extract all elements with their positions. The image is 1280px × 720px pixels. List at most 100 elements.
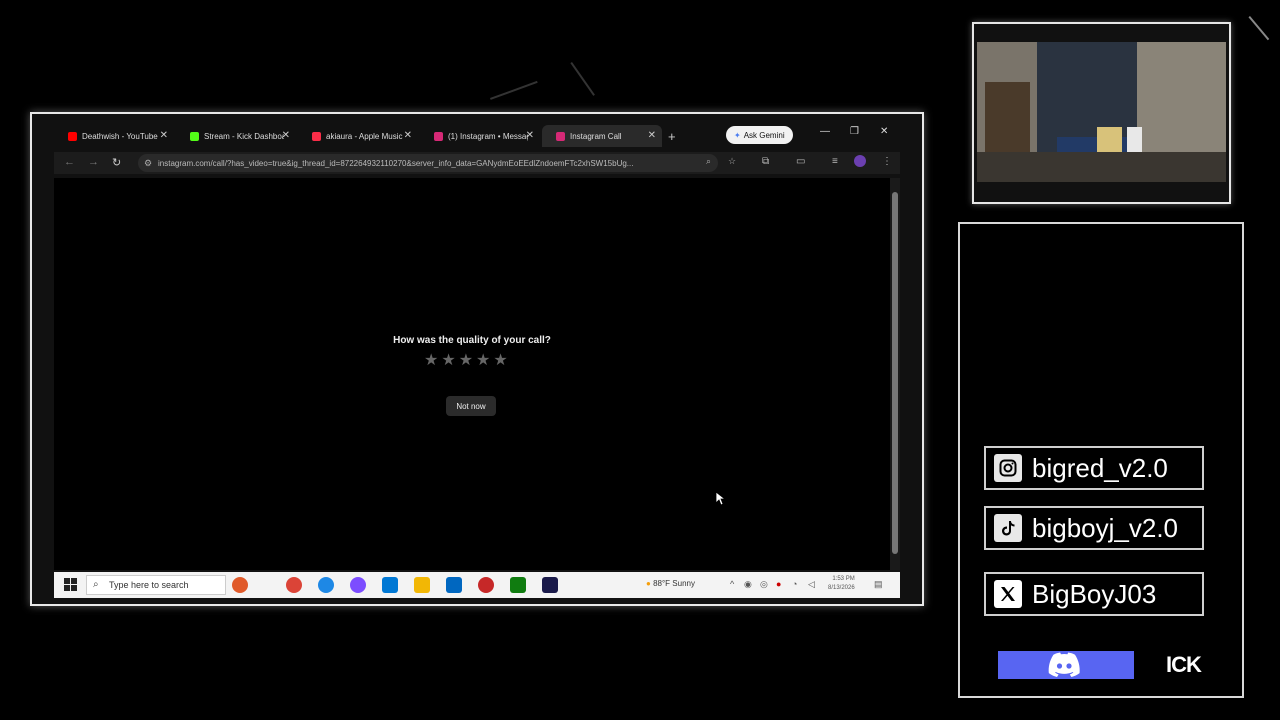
copilot-icon[interactable]	[350, 577, 366, 593]
new-tab-button[interactable]: +	[668, 129, 676, 144]
decorative-line	[490, 80, 538, 100]
obs-icon[interactable]	[478, 577, 494, 593]
clock[interactable]: 1:53 PM 8/13/2026	[828, 575, 855, 593]
tab-title: Instagram Call	[570, 131, 622, 141]
x-handle: BigBoyJ03	[1032, 578, 1157, 609]
decorative-line	[570, 62, 595, 96]
windows-taskbar: ⌕ Type here to search ● 88°F Sunny ^ ◉ ◎…	[54, 572, 900, 598]
close-icon[interactable]: ✕	[282, 130, 290, 141]
close-icon[interactable]: ✕	[648, 130, 656, 141]
edge-icon[interactable]	[318, 577, 334, 593]
forward-arrow-icon[interactable]: →	[88, 156, 99, 168]
xbox-icon[interactable]	[510, 577, 526, 593]
star-icon-1[interactable]: ★	[424, 353, 438, 369]
menu-kebab-icon[interactable]: ⋮	[882, 156, 892, 167]
webcam-feed	[977, 42, 1226, 182]
chevron-up-icon[interactable]: ^	[730, 579, 734, 589]
ask-gemini-label: Ask Gemini	[743, 130, 785, 140]
webcam-image	[977, 42, 1226, 182]
bookmark-star-icon[interactable]: ☆	[728, 156, 736, 167]
apple-music-icon	[312, 131, 321, 141]
tiktok-handle: bigboyj_v2.0	[1032, 512, 1178, 543]
reload-icon[interactable]: ↻	[112, 156, 121, 169]
webcam-frame	[972, 22, 1231, 204]
tab-title: (1) Instagram • Messages	[448, 131, 528, 141]
call-quality-question: How was the quality of your call?	[393, 335, 551, 346]
browser-window: Deathwish - YouTube ✕ Stream - Kick Dash…	[30, 112, 924, 606]
sun-icon: ●	[646, 579, 651, 588]
instagram-icon	[994, 454, 1022, 482]
address-toolbar: ← → ↻ ⚙ instagram.com/call/?has_video=tr…	[54, 152, 900, 174]
zoom-icon[interactable]: ⌕	[706, 156, 711, 167]
instagram-handle-box: bigred_v2.0	[984, 446, 1204, 490]
x-icon	[994, 580, 1022, 608]
close-icon[interactable]: ✕	[160, 130, 168, 141]
url-text: instagram.com/call/?has_video=true&ig_th…	[158, 158, 634, 168]
discord-icon	[1048, 652, 1080, 678]
sparkle-icon: ✦	[734, 130, 741, 140]
not-now-button[interactable]: Not now	[446, 396, 496, 416]
close-icon[interactable]: ✕	[404, 130, 412, 141]
notifications-icon[interactable]: ▤	[874, 579, 883, 590]
scrollbar-thumb[interactable]	[892, 192, 898, 554]
football-icon[interactable]	[232, 577, 248, 593]
tray-app-icon[interactable]: ●	[776, 579, 781, 589]
star-rating: ★ ★ ★ ★ ★	[424, 353, 508, 369]
mouse-cursor-icon	[716, 492, 726, 506]
tray-app-icon[interactable]: ◎	[760, 579, 768, 590]
x-handle-box: BigBoyJ03	[984, 572, 1204, 616]
restore-icon[interactable]: ❐	[850, 126, 859, 137]
kick-logo: ICK	[1166, 652, 1202, 677]
star-icon-5[interactable]: ★	[493, 353, 507, 369]
instagram-icon	[434, 131, 443, 141]
tab-apple-music[interactable]: akiaura - Apple Music ✕	[298, 125, 418, 147]
tray-app-icon[interactable]: ◉	[744, 579, 752, 590]
tab-instagram-call[interactable]: Instagram Call ✕	[542, 125, 662, 147]
call-page-content: How was the quality of your call? ★ ★ ★ …	[54, 178, 890, 570]
page-scrollbar[interactable]	[890, 178, 900, 570]
store-icon[interactable]	[446, 577, 462, 593]
weather-text: 88°F Sunny	[653, 579, 695, 588]
star-icon-2[interactable]: ★	[441, 353, 455, 369]
windows-start-icon[interactable]	[64, 578, 78, 592]
address-bar[interactable]: ⚙ instagram.com/call/?has_video=true&ig_…	[138, 154, 718, 172]
file-explorer-icon[interactable]	[414, 577, 430, 593]
youtube-icon	[68, 131, 77, 141]
date-text: 8/13/2026	[828, 585, 855, 591]
tab-kick[interactable]: Stream - Kick Dashboard ✕	[176, 125, 296, 147]
kick-icon	[190, 131, 199, 141]
close-icon[interactable]: ✕	[526, 130, 534, 141]
tab-title: Stream - Kick Dashboard	[204, 131, 284, 141]
minimize-icon[interactable]: —	[820, 126, 830, 137]
tab-instagram-messages[interactable]: (1) Instagram • Messages ✕	[420, 125, 540, 147]
extensions-icon[interactable]: ⧉	[762, 156, 769, 167]
volume-icon[interactable]: ◁	[808, 579, 815, 590]
star-icon-3[interactable]: ★	[459, 353, 473, 369]
search-placeholder: Type here to search	[109, 580, 189, 590]
tiktok-icon	[994, 514, 1022, 542]
site-info-icon[interactable]: ⚙	[144, 158, 152, 169]
instagram-handle: bigred_v2.0	[1032, 452, 1168, 483]
star-icon-4[interactable]: ★	[476, 353, 490, 369]
ask-gemini-button[interactable]: ✦ Ask Gemini	[726, 126, 793, 144]
search-icon: ⌕	[93, 579, 99, 590]
profile-avatar-icon[interactable]	[854, 155, 866, 167]
cast-icon[interactable]: ▭	[796, 156, 805, 167]
time-text: 1:53 PM	[832, 576, 855, 582]
chrome-icon[interactable]	[286, 577, 302, 593]
taskbar-search-input[interactable]: ⌕ Type here to search	[86, 575, 226, 595]
tiktok-handle-box: bigboyj_v2.0	[984, 506, 1204, 550]
tab-title: Deathwish - YouTube	[82, 131, 158, 141]
network-icon[interactable]: ◔	[792, 579, 797, 589]
back-arrow-icon[interactable]: ←	[64, 156, 75, 168]
decorative-line	[1248, 16, 1270, 41]
media-controls-icon[interactable]: ≡	[832, 156, 838, 167]
mail-icon[interactable]	[382, 577, 398, 593]
close-window-icon[interactable]: ✕	[880, 126, 888, 137]
tab-youtube[interactable]: Deathwish - YouTube ✕	[54, 125, 174, 147]
weather-widget[interactable]: ● 88°F Sunny	[646, 579, 695, 588]
instagram-icon	[556, 131, 565, 141]
active-app-icon[interactable]	[542, 577, 558, 593]
discord-banner	[998, 651, 1134, 679]
tab-title: akiaura - Apple Music	[326, 131, 403, 141]
